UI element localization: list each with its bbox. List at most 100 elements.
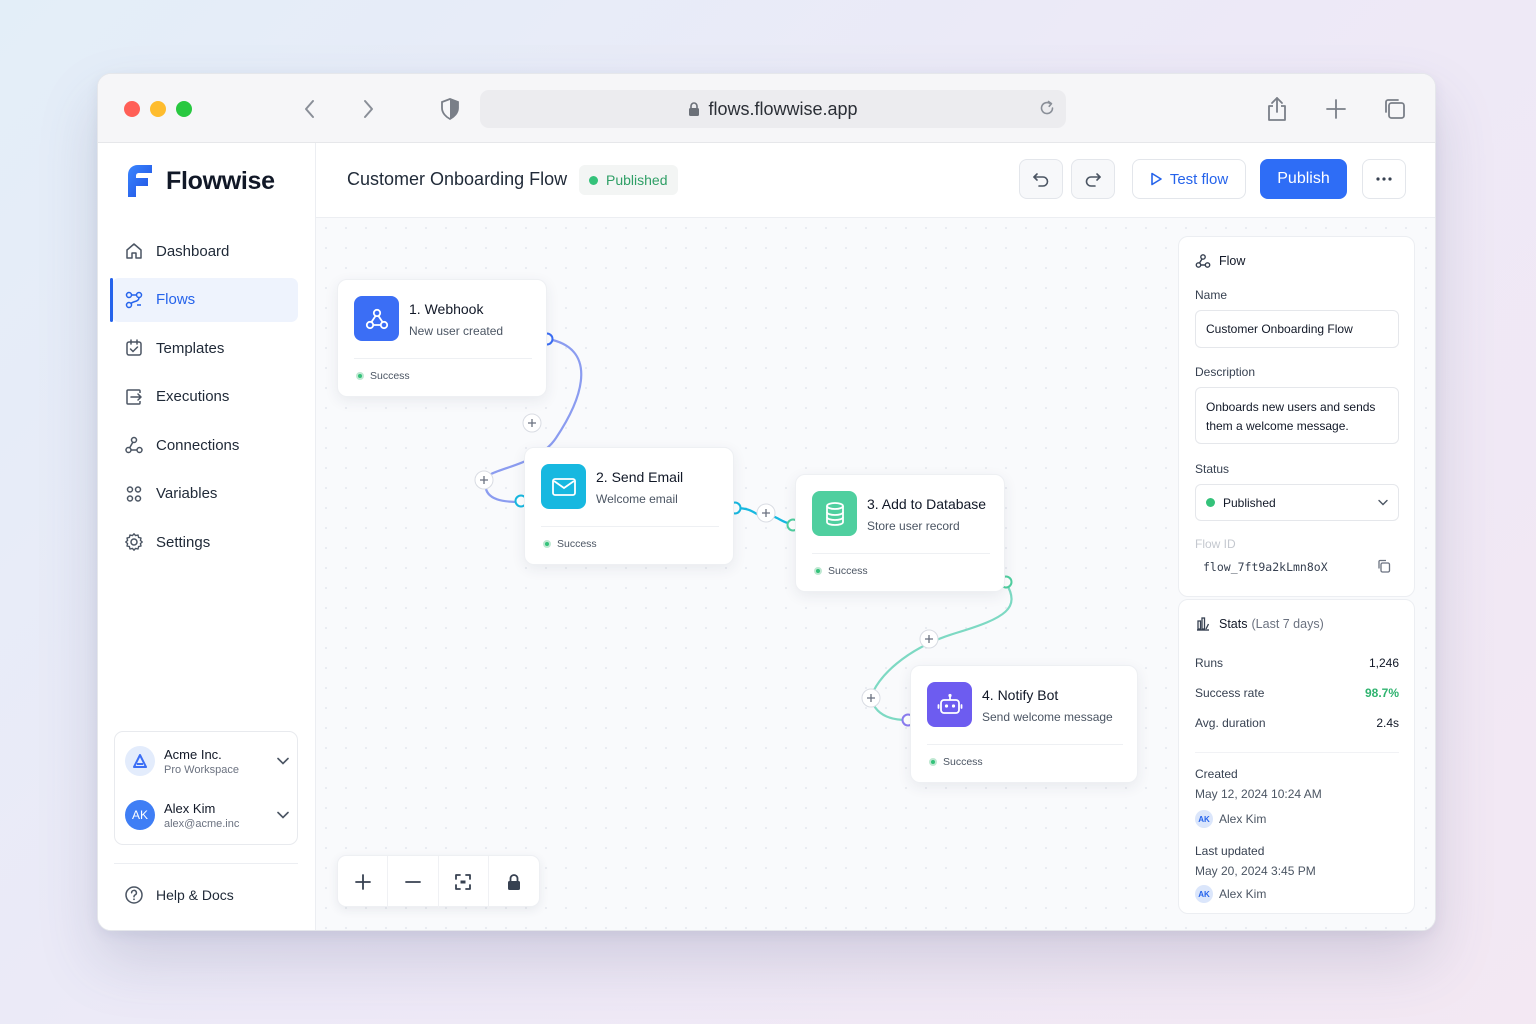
node-subtitle: Send welcome message: [982, 710, 1113, 724]
canvas-controls: [337, 855, 540, 908]
divider: [354, 358, 532, 359]
help-label: Help & Docs: [156, 887, 234, 903]
lock-icon: [507, 874, 520, 890]
user-avatar: AK: [125, 800, 155, 830]
status-label: Status: [1195, 462, 1230, 476]
templates-icon: [126, 339, 142, 356]
sidebar-item-label: Executions: [156, 388, 230, 405]
sidebar-item-settings[interactable]: Settings: [112, 520, 298, 564]
address-bar[interactable]: flows.flowwise.app: [480, 90, 1066, 128]
variables-icon: [126, 485, 142, 502]
success-dot: [543, 540, 551, 548]
name-label: Name: [1195, 288, 1228, 302]
stats-title: Stats: [1219, 617, 1248, 631]
more-options-button[interactable]: [1362, 159, 1406, 199]
workspace-switcher[interactable]: Acme Inc. Pro Workspace: [125, 741, 289, 781]
flow-node-send-email[interactable]: 2. Send Email Welcome email Success: [524, 447, 734, 565]
undo-button[interactable]: [1019, 159, 1063, 199]
stat-label: Success rate: [1195, 686, 1265, 700]
sidebar-item-label: Flows: [156, 291, 196, 308]
test-flow-button[interactable]: Test flow: [1132, 159, 1246, 199]
minus-icon: [404, 881, 421, 883]
plus-icon: [354, 874, 371, 890]
shield-icon[interactable]: [437, 96, 463, 122]
node-status: Success: [929, 756, 983, 768]
maximize-window-button[interactable]: [176, 101, 192, 117]
name-field[interactable]: Customer Onboarding Flow: [1195, 310, 1399, 348]
close-window-button[interactable]: [124, 101, 140, 117]
help-docs-link[interactable]: Help & Docs: [124, 885, 234, 905]
sidebar-item-flows[interactable]: Flows: [110, 277, 298, 322]
minimize-window-button[interactable]: [150, 101, 166, 117]
stats-icon: [1197, 617, 1210, 631]
brand-name: Flowwise: [166, 166, 275, 195]
workspace-logo-icon: [133, 754, 147, 768]
brand[interactable]: Flowwise: [124, 163, 275, 199]
node-status-label: Success: [370, 370, 410, 382]
sidebar-item-variables[interactable]: Variables: [112, 472, 298, 516]
divider: [114, 863, 298, 864]
divider: [927, 744, 1123, 745]
created-label: Created: [1195, 767, 1238, 781]
fit-view-button[interactable]: [439, 856, 489, 908]
flow-canvas[interactable]: 1. Webhook New user created Success 2. S…: [316, 218, 1435, 930]
zoom-in-button[interactable]: [338, 856, 389, 908]
sidebar-item-connections[interactable]: Connections: [112, 423, 298, 467]
sidebar-nav: Dashboard Flows Templates Executions Con…: [110, 229, 298, 569]
stat-value: 98.7%: [1364, 686, 1399, 700]
sidebar-item-dashboard[interactable]: Dashboard: [112, 229, 298, 273]
flow-icon: [1195, 254, 1211, 268]
flow-node-webhook[interactable]: 1. Webhook New user created Success: [337, 279, 547, 397]
user-email: alex@acme.inc: [164, 817, 240, 830]
divider: [1195, 752, 1399, 753]
sidebar-item-executions[interactable]: Executions: [112, 375, 298, 419]
mail-icon: [541, 464, 586, 509]
flow-node-notify-bot[interactable]: 4. Notify Bot Send welcome message Succe…: [910, 665, 1138, 783]
workspace-avatar: [125, 746, 155, 776]
description-label: Description: [1195, 365, 1256, 379]
lock-canvas-button[interactable]: [489, 856, 539, 908]
stats-period: (Last 7 days): [1251, 617, 1324, 631]
back-icon[interactable]: [297, 96, 323, 122]
lock-icon: [689, 101, 700, 116]
status-select[interactable]: Published: [1195, 484, 1399, 521]
reload-icon[interactable]: [1038, 99, 1056, 117]
sidebar-item-templates[interactable]: Templates: [112, 326, 298, 370]
database-icon: [812, 491, 857, 536]
status-badge: Published: [579, 165, 678, 195]
tabs-overview-icon[interactable]: [1382, 96, 1408, 122]
copy-icon[interactable]: [1377, 559, 1391, 578]
share-icon[interactable]: [1264, 96, 1290, 122]
description-field[interactable]: Onboards new users and sends them a welc…: [1195, 387, 1399, 444]
workspace-name: Acme Inc.: [164, 746, 222, 762]
status-dot: [589, 175, 598, 185]
updated-date: May 20, 2024 3:45 PM: [1195, 864, 1316, 878]
stat-success-rate: Success rate 98.7%: [1195, 686, 1399, 700]
zoom-out-button[interactable]: [388, 856, 439, 908]
webhook-icon: [354, 296, 399, 341]
browser-toolbar: flows.flowwise.app: [98, 74, 1435, 143]
flowwise-logo-icon: [128, 165, 152, 197]
flow-node-add-to-database[interactable]: 3. Add to Database Store user record Suc…: [795, 474, 1005, 592]
stat-value: 1,246: [1368, 656, 1399, 670]
stat-avg-duration: Avg. duration 2.4s: [1195, 716, 1399, 730]
home-icon: [126, 243, 142, 259]
sidebar-item-label: Templates: [156, 339, 225, 357]
redo-button[interactable]: [1071, 159, 1115, 199]
user-avatar: AK: [1195, 810, 1213, 828]
chevron-down-icon: [1378, 499, 1388, 506]
node-subtitle: New user created: [409, 324, 504, 338]
node-title: 3. Add to Database: [867, 496, 987, 512]
new-tab-icon[interactable]: [1323, 96, 1349, 122]
redo-icon: [1085, 173, 1101, 187]
stats-panel: Stats (Last 7 days) Runs 1,246 Success r…: [1178, 599, 1415, 914]
forward-icon[interactable]: [355, 96, 381, 122]
sidebar-item-label: Variables: [156, 485, 218, 502]
browser-window: flows.flowwise.app Flowwise Dashboard Fl…: [97, 73, 1436, 931]
user-switcher[interactable]: AK Alex Kim alex@acme.inc: [125, 795, 289, 835]
publish-button[interactable]: Publish: [1260, 159, 1347, 199]
stat-value: 2.4s: [1376, 716, 1399, 730]
node-title: 1. Webhook: [409, 301, 484, 317]
panel-header: Flow: [1195, 253, 1245, 269]
panel-title: Flow: [1219, 254, 1246, 268]
